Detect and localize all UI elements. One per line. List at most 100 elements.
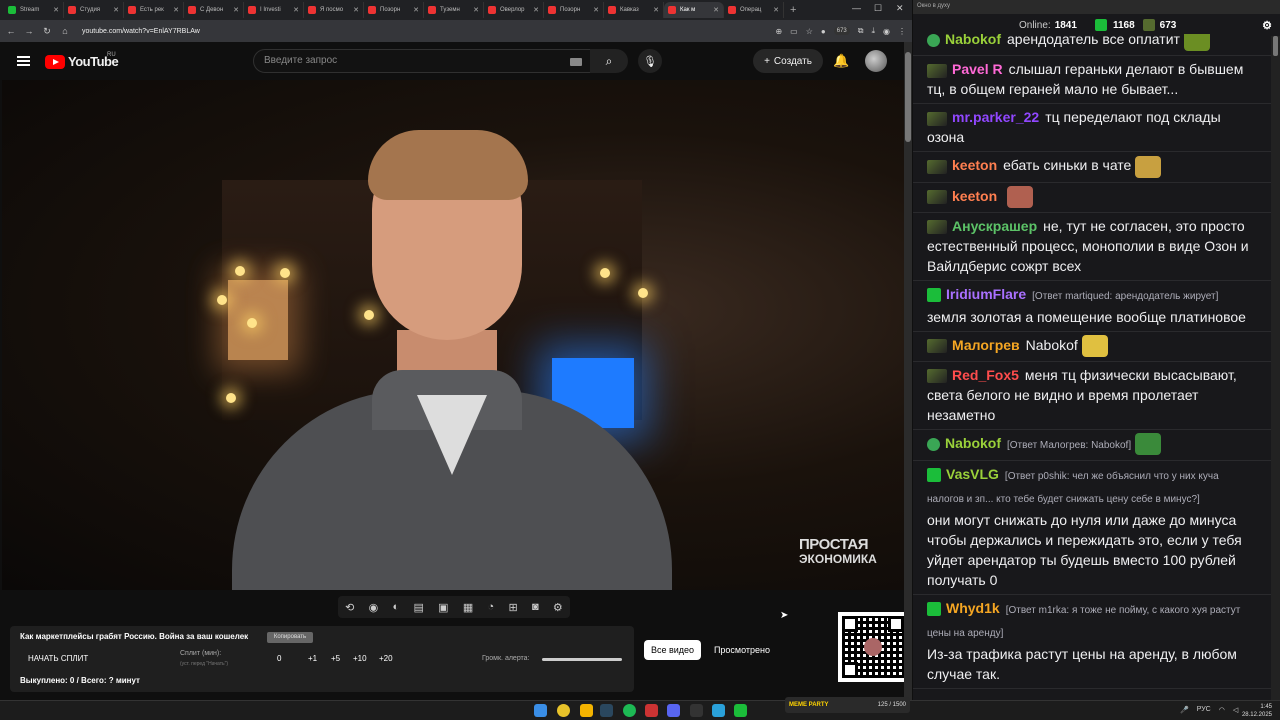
all-videos-button[interactable]: Все видео — [644, 640, 701, 660]
kick-app-icon[interactable] — [734, 704, 747, 717]
tab-close-icon[interactable]: ✕ — [593, 6, 599, 14]
chat-username[interactable]: Малогрев — [952, 337, 1020, 353]
puzzle-icon[interactable]: ⧉ — [858, 26, 864, 36]
chat-username[interactable]: keeton — [952, 157, 997, 173]
browser-tab[interactable]: С Девон ✕ — [184, 2, 244, 18]
chat-username[interactable]: Whyd1k — [946, 600, 1000, 616]
tab-close-icon[interactable]: ✕ — [533, 6, 539, 14]
copy-button[interactable]: Копировать — [267, 632, 313, 643]
mic-tray-icon[interactable]: 🎤 — [1180, 706, 1189, 714]
start-split-button[interactable]: НАЧАТЬ СПЛИТ — [28, 654, 88, 663]
browser-tab[interactable]: Туземн ✕ — [424, 2, 484, 18]
chat-username[interactable]: IridiumFlare — [946, 286, 1026, 302]
watched-button[interactable]: Просмотрено — [708, 640, 776, 660]
browser-tab[interactable]: Как м ✕ — [664, 2, 724, 18]
obs-icon[interactable] — [690, 704, 703, 717]
clock[interactable]: 1:45 28.12.2025 — [1242, 703, 1272, 719]
start-icon[interactable] — [534, 704, 547, 717]
chat-scrollbar[interactable] — [1271, 36, 1280, 700]
browser-tab[interactable]: Позорн ✕ — [544, 2, 604, 18]
view-icon[interactable]: ◐ — [393, 601, 400, 613]
split-plus1-button[interactable]: +1 — [308, 654, 317, 663]
tab-close-icon[interactable]: ✕ — [713, 6, 719, 14]
chat-username[interactable]: mr.parker_22 — [952, 109, 1039, 125]
screenshot-icon[interactable]: ◙ — [532, 601, 539, 613]
browser-tab[interactable]: Операц ✕ — [724, 2, 784, 18]
search-button[interactable]: ⌕ — [590, 49, 628, 73]
folder-icon[interactable] — [580, 704, 593, 717]
back-icon[interactable]: ← — [6, 26, 16, 36]
close-window-icon[interactable]: ✕ — [896, 3, 904, 14]
browser-tab[interactable]: Я посмо ✕ — [304, 2, 364, 18]
pip-icon[interactable]: ▣ — [438, 601, 448, 614]
chrome-icon[interactable] — [557, 704, 570, 717]
browser-tab[interactable]: Оверлор ✕ — [484, 2, 544, 18]
frames-icon[interactable]: ▦ — [463, 601, 473, 614]
home-icon[interactable]: ⌂ — [60, 26, 70, 36]
new-tab-icon[interactable]: + — [790, 4, 796, 16]
tab-close-icon[interactable]: ✕ — [113, 6, 119, 14]
tab-close-icon[interactable]: ✕ — [293, 6, 299, 14]
page-scrollbar[interactable] — [904, 42, 912, 700]
alert-volume-slider[interactable] — [542, 658, 622, 661]
split-value[interactable]: 0 — [277, 654, 281, 663]
chat-username[interactable]: Nabokof — [945, 435, 1001, 451]
wifi-icon[interactable]: ◠ — [1219, 706, 1225, 714]
app-icon[interactable] — [645, 704, 658, 717]
browser-tab[interactable]: Позорн ✕ — [364, 2, 424, 18]
extension-badge[interactable]: 673 — [833, 27, 850, 35]
speed-icon[interactable]: ◔ — [488, 601, 495, 613]
scrollbar-thumb[interactable] — [905, 52, 911, 142]
chat-settings-icon[interactable]: ⚙ — [1262, 19, 1272, 32]
loop-icon[interactable]: ⟲ — [345, 601, 354, 614]
url-input[interactable]: youtube.com/watch?v=EnlAY7RBLAw — [82, 28, 200, 35]
zoom-icon[interactable]: ⊕ — [775, 27, 782, 36]
steam-icon[interactable] — [600, 704, 613, 717]
chat-scrollbar-thumb[interactable] — [1273, 36, 1278, 56]
cast-icon[interactable]: ▭ — [790, 27, 798, 36]
tab-close-icon[interactable]: ✕ — [653, 6, 659, 14]
telegram-icon[interactable] — [712, 704, 725, 717]
film-icon[interactable]: ▤ — [413, 601, 423, 614]
browser-tab[interactable]: I Investi ✕ — [244, 2, 304, 18]
settings-icon[interactable]: ⚙ — [553, 601, 563, 614]
create-button[interactable]: + Создать — [753, 49, 823, 73]
chat-username[interactable]: Анускрашер — [952, 218, 1037, 234]
browser-tab[interactable]: Кавказ ✕ — [604, 2, 664, 18]
tab-close-icon[interactable]: ✕ — [413, 6, 419, 14]
broadcast-icon[interactable]: ◉ — [369, 601, 379, 614]
tab-close-icon[interactable]: ✕ — [773, 6, 779, 14]
spotify-icon[interactable] — [623, 704, 636, 717]
browser-tab[interactable]: Студия ✕ — [64, 2, 124, 18]
notifications-bell-icon[interactable]: 🔔 — [833, 53, 849, 69]
tab-close-icon[interactable]: ✕ — [473, 6, 479, 14]
avatar[interactable] — [865, 50, 887, 72]
hamburger-menu-icon[interactable] — [17, 56, 30, 66]
chat-username[interactable]: Pavel R — [952, 61, 1003, 77]
maximize-icon[interactable]: ☐ — [874, 3, 882, 14]
video-player[interactable]: ПРОСТАЯ ЭКОНОМИКА — [2, 80, 904, 590]
keyboard-icon[interactable] — [570, 58, 582, 66]
chat-username[interactable]: keeton — [952, 188, 997, 204]
tab-close-icon[interactable]: ✕ — [233, 6, 239, 14]
extension-icon[interactable]: ● — [821, 27, 826, 36]
search-input[interactable]: Введите запрос — [253, 49, 593, 73]
lang-indicator[interactable]: РУС — [1197, 706, 1211, 714]
add-clip-icon[interactable]: ⊞ — [508, 601, 517, 614]
discord-icon[interactable] — [667, 704, 680, 717]
minimize-icon[interactable]: — — [852, 3, 861, 13]
split-plus20-button[interactable]: +20 — [379, 654, 393, 663]
browser-tab[interactable]: Есть рек ✕ — [124, 2, 184, 18]
tab-close-icon[interactable]: ✕ — [173, 6, 179, 14]
split-plus10-button[interactable]: +10 — [353, 654, 367, 663]
tab-close-icon[interactable]: ✕ — [53, 6, 59, 14]
chat-username[interactable]: VasVLG — [946, 466, 999, 482]
reload-icon[interactable]: ↻ — [42, 26, 52, 37]
volume-icon[interactable]: ◁ — [1233, 706, 1238, 714]
chat-username[interactable]: Nabokof — [945, 34, 1001, 47]
chat-username[interactable]: Red_Fox5 — [952, 367, 1019, 383]
menu-dots-icon[interactable]: ⋮ — [898, 27, 906, 36]
profile-icon[interactable]: ◉ — [883, 27, 890, 36]
voice-search-button[interactable]: 🎙 — [638, 49, 662, 73]
forward-icon[interactable]: → — [24, 26, 34, 36]
